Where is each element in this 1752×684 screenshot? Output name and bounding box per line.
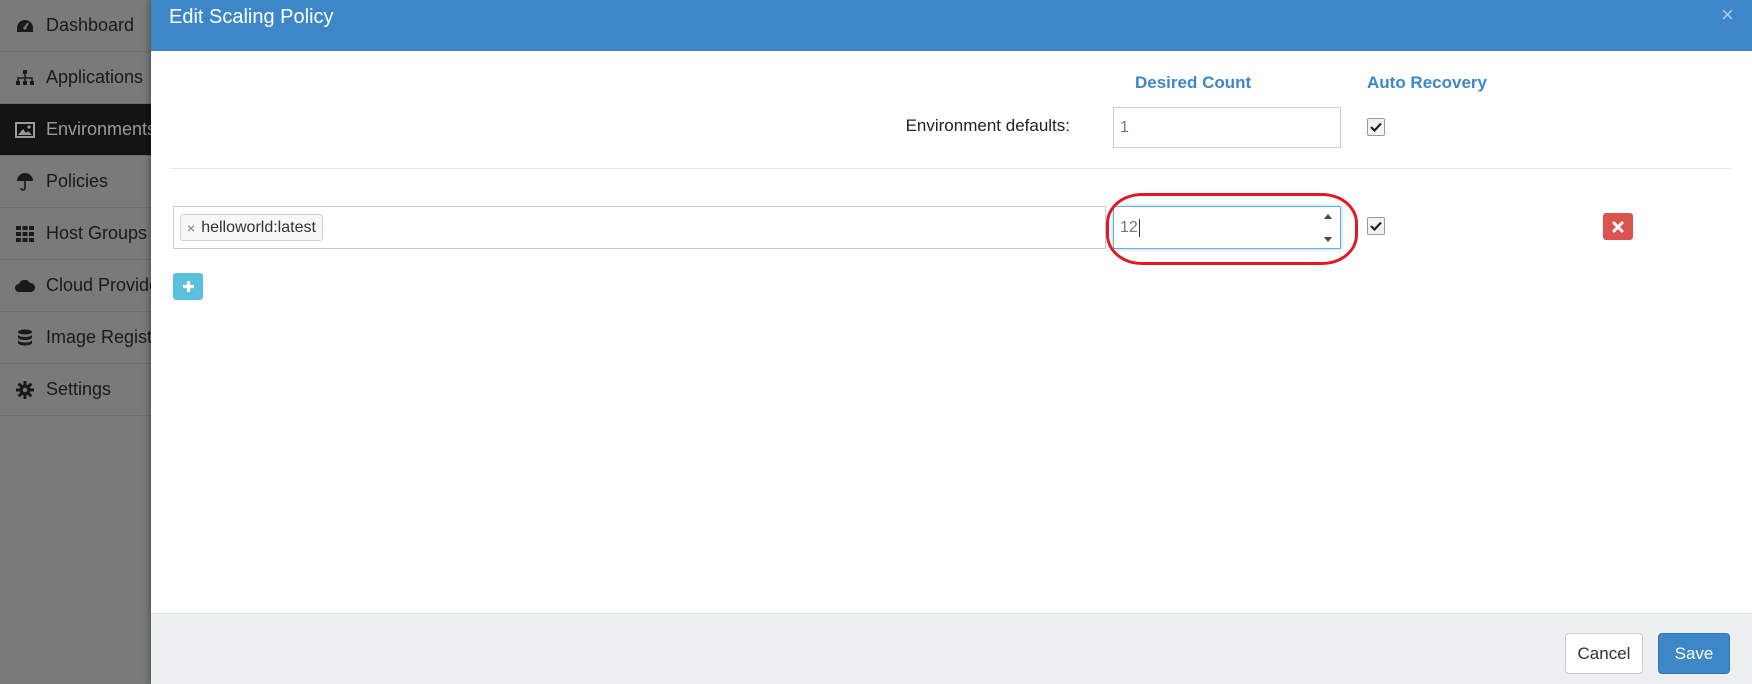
sidebar-item-host-groups[interactable]: Host Groups xyxy=(0,208,170,260)
modal-body: Desired Count Auto Recovery Environment … xyxy=(151,51,1752,614)
sidebar-item-label: Dashboard xyxy=(46,15,135,35)
default-desired-count-input[interactable]: 1 xyxy=(1113,107,1341,148)
desired-count-input[interactable]: 12 xyxy=(1113,206,1341,249)
close-icon[interactable]: × xyxy=(1721,4,1734,26)
environment-defaults-label: Environment defaults: xyxy=(905,116,1070,135)
desired-count-header: Desired Count xyxy=(1135,73,1252,92)
checkmark-icon xyxy=(1370,221,1382,231)
tag-remove-icon[interactable]: × xyxy=(187,220,195,236)
sidebar-item-label: Environments xyxy=(46,119,157,139)
tag-label: helloworld:latest xyxy=(201,218,316,236)
delete-row-button[interactable] xyxy=(1603,213,1633,240)
sidebar-item-policies[interactable]: Policies xyxy=(0,156,170,208)
plus-icon xyxy=(182,281,194,292)
close-icon xyxy=(1612,221,1624,232)
text-caret xyxy=(1138,218,1140,237)
sidebar-item-label: Image Registr xyxy=(46,327,159,347)
modal-footer: Cancel Save xyxy=(151,613,1752,684)
default-desired-count-value: 1 xyxy=(1120,118,1129,136)
image-tag: × helloworld:latest xyxy=(180,214,323,241)
modal-title: Edit Scaling Policy xyxy=(169,6,334,28)
number-spinner[interactable] xyxy=(1322,214,1334,242)
desired-count-value: 12 xyxy=(1120,218,1138,236)
sidebar-item-label: Cloud Provide xyxy=(46,275,160,295)
add-row-button[interactable] xyxy=(173,273,203,300)
sidebar-item-label: Settings xyxy=(46,379,112,399)
sidebar-item-environments[interactable]: Environments xyxy=(0,104,170,156)
sidebar-item-dashboard[interactable]: Dashboard xyxy=(0,0,170,52)
sidebar-item-settings[interactable]: Settings xyxy=(0,364,170,416)
default-auto-recovery-checkbox[interactable] xyxy=(1367,118,1385,136)
save-button[interactable]: Save xyxy=(1658,633,1730,674)
image-icon xyxy=(14,121,36,139)
checkmark-icon xyxy=(1370,122,1382,132)
sidebar-item-label: Host Groups xyxy=(46,223,148,243)
auto-recovery-checkbox[interactable] xyxy=(1367,217,1385,235)
grid-icon xyxy=(14,225,36,243)
umbrella-icon xyxy=(14,172,36,191)
divider xyxy=(171,168,1732,169)
cancel-button[interactable]: Cancel xyxy=(1565,633,1643,674)
decrement-arrow-icon[interactable] xyxy=(1324,237,1332,242)
cloud-icon xyxy=(14,277,36,295)
database-icon xyxy=(14,329,36,347)
image-tag-select[interactable]: × helloworld:latest xyxy=(173,206,1106,249)
sitemap-icon xyxy=(14,69,36,87)
sidebar-item-label: Policies xyxy=(46,171,109,191)
gear-icon xyxy=(14,380,36,399)
dashboard-icon xyxy=(14,17,36,35)
sidebar-item-image-registries[interactable]: Image Registr xyxy=(0,312,170,364)
sidebar: Dashboard Applications Environments Poli… xyxy=(0,0,170,684)
sidebar-item-applications[interactable]: Applications xyxy=(0,52,170,104)
scaling-policy-modal: Edit Scaling Policy × Desired Count Auto… xyxy=(151,0,1752,684)
auto-recovery-header: Auto Recovery xyxy=(1367,73,1487,92)
sidebar-item-cloud-providers[interactable]: Cloud Provide xyxy=(0,260,170,312)
increment-arrow-icon[interactable] xyxy=(1324,214,1332,219)
modal-header: Edit Scaling Policy × xyxy=(151,0,1752,51)
sidebar-item-label: Applications xyxy=(46,67,144,87)
